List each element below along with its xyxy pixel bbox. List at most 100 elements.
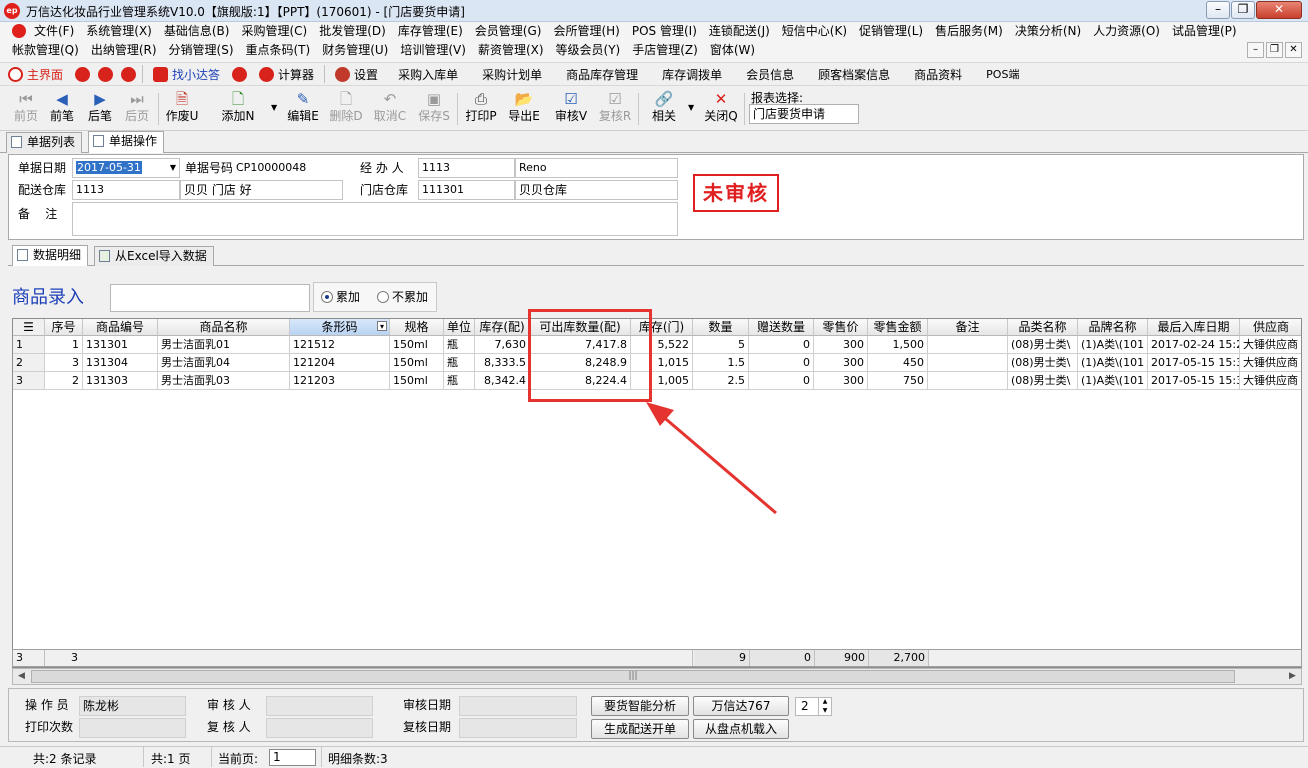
spin-up-icon[interactable]: ▲ [818, 698, 831, 706]
col-header[interactable]: 备注 [928, 319, 1008, 336]
menu-purchase[interactable]: 采购管理(C) [235, 22, 313, 41]
grid-cell[interactable]: 1 [45, 336, 83, 354]
grid-cell[interactable]: 大锤供应商 [1240, 372, 1301, 390]
mdi-minimize-button[interactable]: – [1247, 42, 1264, 58]
grid-cell[interactable]: 150ml [390, 372, 444, 390]
quick-product-data[interactable]: 商品资料 [902, 63, 974, 85]
menu-decision[interactable]: 决策分析(N) [1009, 22, 1087, 41]
smart-analysis-button[interactable]: 要货智能分析 [591, 696, 689, 716]
grid-cell[interactable]: (08)男士类\ [1008, 354, 1078, 372]
menu-pos[interactable]: POS 管理(I) [626, 22, 703, 41]
tab-excel-import[interactable]: 从Excel导入数据 [94, 246, 214, 266]
spin-down-icon[interactable]: ▼ [818, 706, 831, 715]
grid-cell[interactable]: (1)A类\(101 [1078, 354, 1148, 372]
related-button[interactable]: 🔗 相关 [644, 90, 684, 128]
menu-file[interactable]: 文件(F) [28, 22, 80, 41]
export-button[interactable]: 📂 导出E [504, 90, 544, 128]
menu-accounts[interactable]: 帐款管理(Q) [6, 41, 85, 60]
menu-window[interactable]: 窗体(W) [704, 41, 761, 60]
grid-cell[interactable]: 男士洁面乳01 [158, 336, 290, 354]
grid-cell[interactable]: 131303 [83, 372, 158, 390]
cancel-button[interactable]: ↶ 取消C [370, 90, 410, 128]
next-button[interactable]: ▶ 后笔 [80, 90, 120, 128]
print-button[interactable]: ⎙ 打印P [461, 90, 501, 128]
remark-field[interactable] [72, 202, 678, 236]
reaudit-button[interactable]: ☑ 复核R [595, 90, 635, 128]
related-dropdown-icon[interactable]: ▼ [688, 103, 694, 112]
menu-hand-store[interactable]: 手店管理(Z) [626, 41, 704, 60]
ship-wh-code-field[interactable]: 1113 [72, 180, 180, 200]
load-from-scanner-button[interactable]: 从盘点机载入 [693, 719, 789, 739]
col-header[interactable]: 品牌名称 [1078, 319, 1148, 336]
col-header[interactable]: 序号 [45, 319, 83, 336]
col-header[interactable]: 品类名称 [1008, 319, 1078, 336]
prev-button[interactable]: ◀ 前笔 [42, 90, 82, 128]
col-header[interactable]: 条形码 ▾ [290, 319, 390, 336]
col-header[interactable]: 数量 [693, 319, 749, 336]
grid-cell[interactable]: 150ml [390, 336, 444, 354]
menu-inventory[interactable]: 库存管理(E) [392, 22, 469, 41]
store-wh-name-field[interactable]: 贝贝仓库 [515, 180, 678, 200]
scroll-left-icon[interactable]: ◀ [14, 670, 29, 683]
scroll-thumb[interactable]: ||| [31, 670, 1235, 683]
radio-accumulate[interactable]: 累加 [321, 290, 360, 304]
delete-button[interactable]: 🗋 删除D [326, 90, 366, 128]
grid-cell[interactable]: 5 [693, 336, 749, 354]
grid-cell[interactable]: 131301 [83, 336, 158, 354]
shield-icon[interactable] [117, 63, 140, 85]
grid-cell[interactable]: (08)男士类\ [1008, 336, 1078, 354]
spinner[interactable]: 2 ▲ ▼ [795, 697, 832, 716]
quick-stock-manage[interactable]: 商品库存管理 [554, 63, 650, 85]
grid-cell[interactable]: 大锤供应商 [1240, 354, 1301, 372]
grid-cell[interactable]: 大锤供应商 [1240, 336, 1301, 354]
grid-cell[interactable]: 1,500 [868, 336, 928, 354]
grid-cell[interactable]: 男士洁面乳04 [158, 354, 290, 372]
date-dropdown-icon[interactable]: ▼ [170, 159, 176, 177]
menu-finance[interactable]: 财务管理(U) [316, 41, 394, 60]
add-button[interactable]: 🗋 添加N [218, 90, 258, 128]
grid-cell[interactable] [928, 372, 1008, 390]
col-header[interactable]: 库存(配) [475, 319, 530, 336]
ship-wh-name-field[interactable]: 贝贝 门店 好 [180, 180, 343, 200]
quick-home[interactable]: 主界面 [0, 63, 71, 85]
minimize-button[interactable]: – [1206, 1, 1230, 19]
col-header[interactable]: 规格 [390, 319, 444, 336]
menu-club[interactable]: 会所管理(H) [547, 22, 625, 41]
grid-cell[interactable]: 750 [868, 372, 928, 390]
menu-sms[interactable]: 短信中心(K) [776, 22, 853, 41]
menu-barcode[interactable]: 重点条码(T) [240, 41, 317, 60]
grid-cell[interactable]: 300 [814, 336, 868, 354]
current-page-input[interactable]: 1 [269, 749, 316, 766]
tab-data-detail[interactable]: 数据明细 [12, 245, 89, 266]
void-button[interactable]: 🗎 作废U [162, 90, 202, 128]
menu-cashier[interactable]: 出纳管理(R) [85, 41, 163, 60]
grid-cell[interactable]: 2017-02-24 15:2 [1148, 336, 1240, 354]
report-select-input[interactable]: 门店要货申请 [749, 104, 859, 124]
col-header[interactable]: 供应商 [1240, 319, 1301, 336]
col-header[interactable]: 零售金额 [868, 319, 928, 336]
grid-cell[interactable]: (08)男士类\ [1008, 372, 1078, 390]
quick-purchase-plan[interactable]: 采购计划单 [470, 63, 554, 85]
grid-cell[interactable]: 1.5 [693, 354, 749, 372]
grid-cell[interactable]: 8,342.4 [475, 372, 530, 390]
grid-cell[interactable]: 300 [814, 354, 868, 372]
row-header[interactable]: 2 [13, 354, 45, 372]
menu-member[interactable]: 会员管理(G) [469, 22, 548, 41]
save-button[interactable]: ▣ 保存S [414, 90, 454, 128]
row-header[interactable]: 1 [13, 336, 45, 354]
audit-button[interactable]: ☑ 审核V [551, 90, 591, 128]
menu-promotion[interactable]: 促销管理(L) [853, 22, 929, 41]
grid-cell[interactable]: 瓶 [444, 372, 475, 390]
quick-calculator[interactable]: 计算器 [251, 63, 322, 85]
chat-icon[interactable] [94, 63, 117, 85]
wxd-button[interactable]: 万信达767 [693, 696, 789, 716]
menu-chain-delivery[interactable]: 连锁配送(J) [703, 22, 776, 41]
tab-doc-operation[interactable]: 单据操作 [88, 131, 165, 153]
grid-cell[interactable]: 450 [868, 354, 928, 372]
radio-no-accumulate[interactable]: 不累加 [377, 290, 428, 304]
close-button[interactable]: ✕ 关闭Q [701, 90, 741, 128]
restore-button[interactable]: ❐ [1231, 1, 1255, 19]
menu-wholesale[interactable]: 批发管理(D) [313, 22, 392, 41]
grid-cell[interactable]: 0 [749, 336, 814, 354]
grid-cell[interactable]: 2017-05-15 15:3 [1148, 372, 1240, 390]
